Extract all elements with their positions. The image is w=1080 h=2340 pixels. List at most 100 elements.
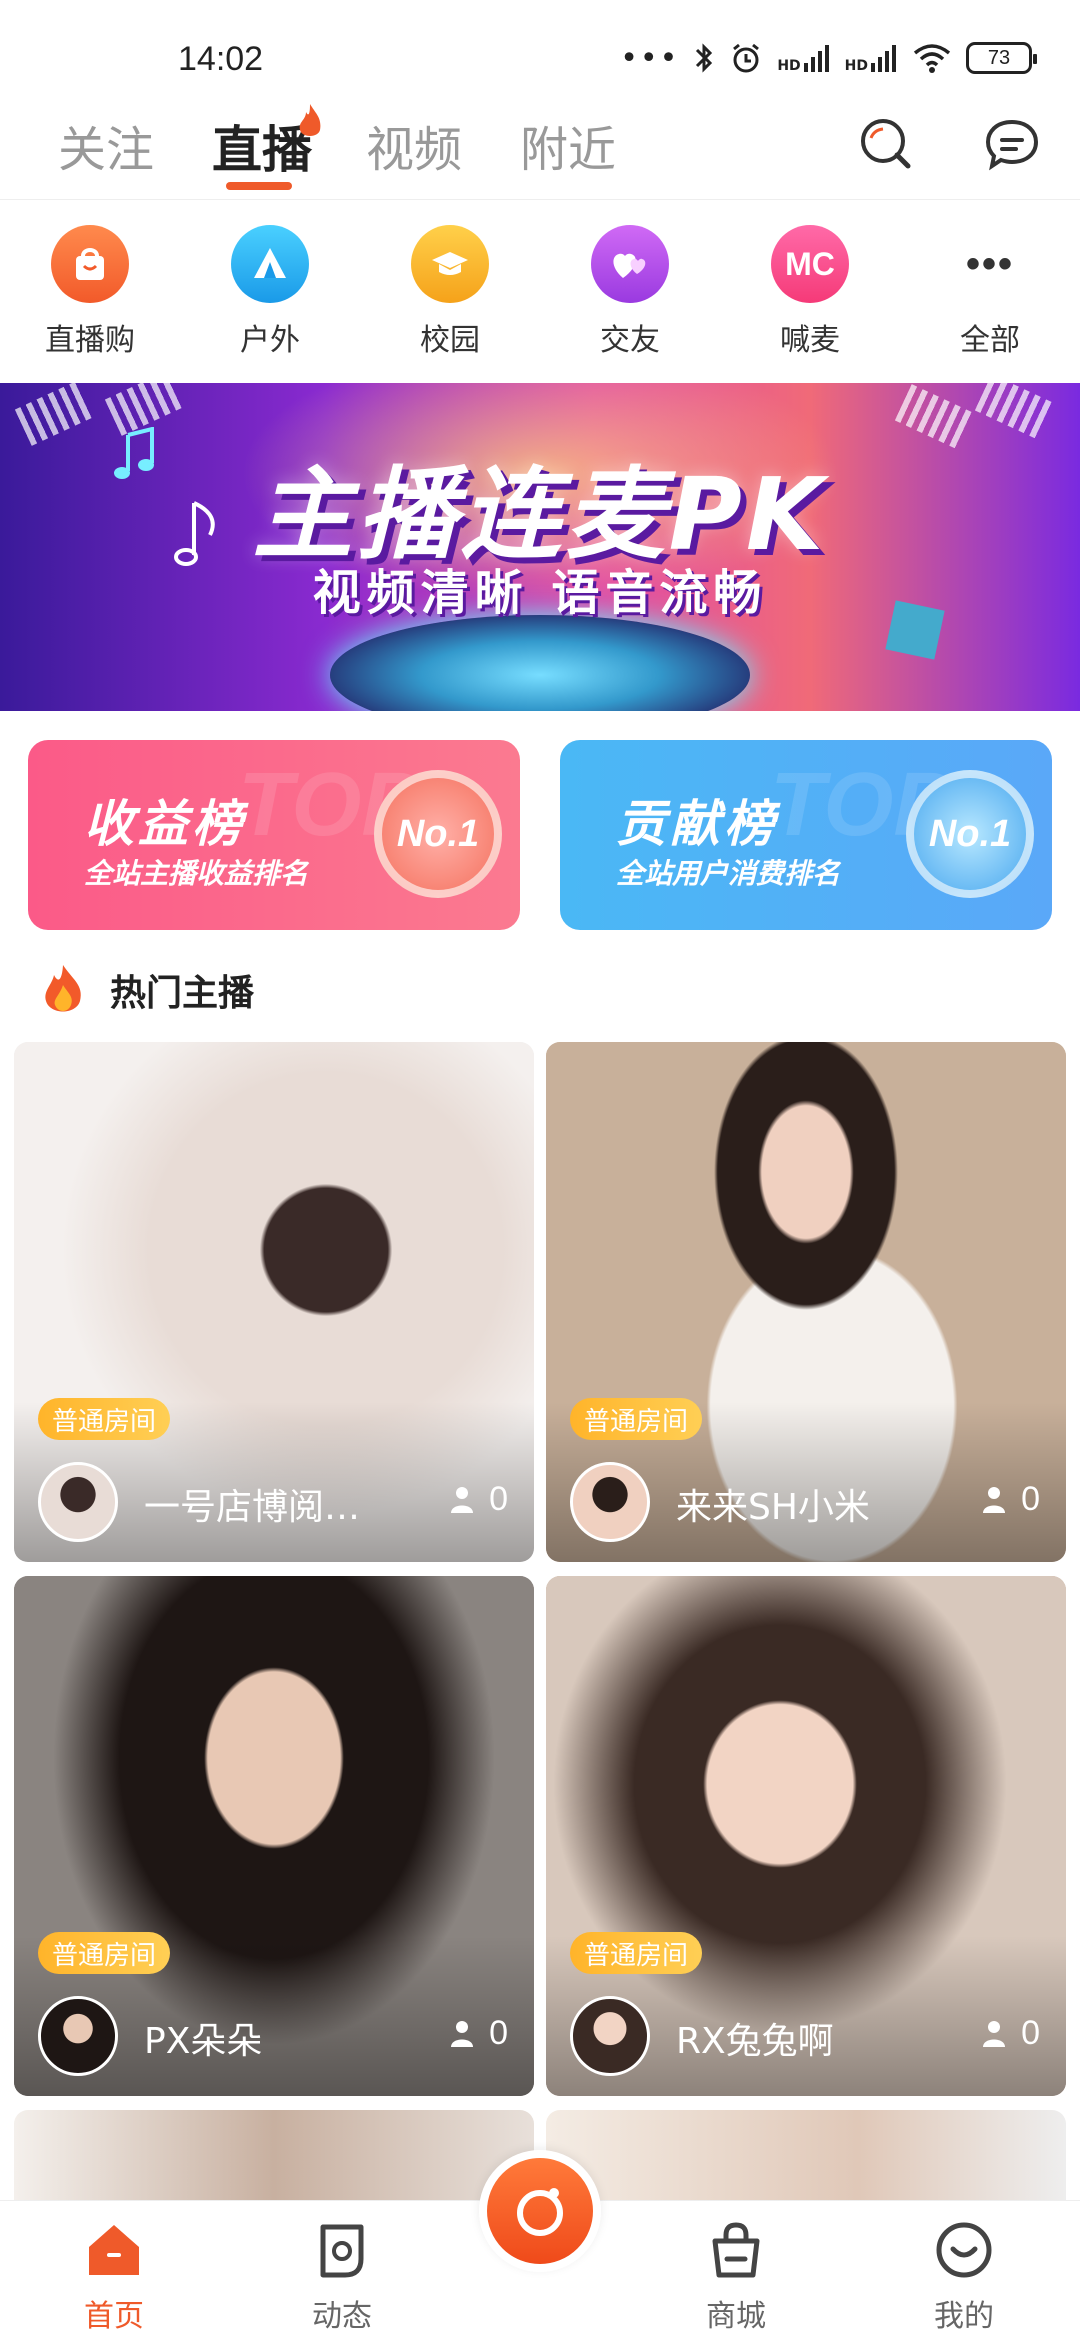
signal-2: HD	[845, 43, 898, 73]
status-bar: 14:02 ••• HD HD 73	[0, 0, 1080, 90]
status-time: 14:02	[178, 40, 264, 78]
medal-badge-icon: No.1	[906, 770, 1034, 898]
user-icon	[451, 2020, 474, 2047]
streamer-name: PX朵朵	[144, 2021, 263, 2062]
search-icon[interactable]	[856, 114, 916, 174]
income-rank-card[interactable]: TOP 收益榜 全站主播收益排名 No.1	[28, 740, 520, 930]
category-row: 直播购 户外 校园 交友 MC 喊麦 ••• 全部	[0, 225, 1080, 365]
nav-label: 动态	[312, 2299, 372, 2334]
signal-1: HD	[777, 43, 830, 73]
avatar	[38, 1996, 118, 2076]
room-type-badge: 普通房间	[570, 1398, 703, 1440]
status-icons: ••• HD HD 73	[620, 38, 1037, 78]
room-type-badge: 普通房间	[38, 1398, 171, 1440]
category-label: 全部	[960, 323, 1020, 358]
avatar	[570, 1996, 650, 2076]
category-all[interactable]: ••• 全部	[920, 225, 1060, 359]
nav-home[interactable]: 首页	[44, 2219, 184, 2335]
rank-title: 收益榜	[84, 795, 246, 853]
contribution-rank-card[interactable]: TOP 贡献榜 全站用户消费排名 No.1	[560, 740, 1052, 930]
viewer-count: 0	[449, 1480, 508, 1519]
flame-icon	[45, 965, 81, 1012]
flame-badge-icon	[299, 104, 321, 136]
user-icon	[983, 2020, 1006, 2047]
room-type-badge: 普通房间	[570, 1932, 703, 1974]
nav-label: 我的	[934, 2299, 994, 2334]
rank-subtitle: 全站用户消费排名	[616, 857, 841, 890]
spotlight-decoration	[974, 383, 1056, 440]
viewer-count-value: 0	[1021, 2014, 1040, 2052]
more-dots-icon: •••	[965, 241, 1014, 286]
section-header: 热门主播	[40, 960, 254, 1020]
shopping-bag-icon	[51, 225, 129, 303]
user-icon	[451, 1486, 474, 1513]
hd-label-2: HD	[844, 58, 868, 74]
message-icon[interactable]	[982, 114, 1042, 174]
tab-follow[interactable]: 关注	[58, 110, 154, 180]
medal-badge-icon: No.1	[374, 770, 502, 898]
avatar	[570, 1462, 650, 1542]
stream-card[interactable]: 普通房间 PX朵朵 0	[14, 1576, 534, 2096]
signal-icon	[803, 45, 829, 72]
section-title: 热门主播	[110, 973, 255, 1014]
category-label: 直播购	[45, 323, 135, 358]
rank-title: 贡献榜	[616, 795, 778, 853]
avatar	[38, 1462, 118, 1542]
rank-subtitle: 全站主播收益排名	[84, 857, 309, 890]
viewer-count: 0	[981, 1480, 1040, 1519]
viewer-count-value: 0	[489, 2014, 508, 2052]
wifi-icon	[913, 44, 951, 73]
mc-icon: MC	[771, 225, 849, 303]
shop-bag-icon	[712, 2222, 760, 2278]
nav-label: 首页	[84, 2299, 144, 2334]
viewer-count: 0	[981, 2014, 1040, 2053]
go-live-button[interactable]	[479, 2150, 601, 2272]
streamer-name: 一号店博阅…	[144, 1487, 361, 1528]
camera-icon	[517, 2188, 563, 2236]
category-friends[interactable]: 交友	[560, 225, 700, 359]
viewer-count-value: 0	[489, 1480, 508, 1518]
tab-video[interactable]: 视频	[366, 110, 462, 180]
nav-profile[interactable]: 我的	[894, 2219, 1034, 2335]
alarm-icon	[733, 43, 760, 73]
nav-label: 商城	[706, 2299, 766, 2334]
battery-indicator: 73	[966, 42, 1037, 74]
stream-card[interactable]: 普通房间 来来SH小米 0	[546, 1042, 1066, 1562]
banner-subtitle: 视频清晰 语音流畅	[312, 565, 768, 621]
viewer-count-value: 0	[1021, 1480, 1040, 1518]
stream-card-partial[interactable]	[14, 2110, 534, 2200]
home-icon	[89, 2225, 139, 2275]
tab-nearby[interactable]: 附近	[520, 110, 616, 180]
promo-banner[interactable]: 主播连麦PK 视频清晰 语音流畅	[0, 383, 1080, 711]
signal-icon	[871, 45, 896, 72]
user-icon	[983, 1486, 1006, 1513]
streamer-name: 来来SH小米	[676, 1487, 870, 1528]
bluetooth-icon	[696, 43, 713, 73]
hearts-icon	[591, 225, 669, 303]
stage-decoration	[330, 615, 750, 711]
viewer-count: 0	[449, 2014, 508, 2053]
category-mc[interactable]: MC 喊麦	[740, 225, 880, 359]
nav-moments[interactable]: 动态	[272, 2219, 412, 2335]
more-dots-status: •••	[620, 40, 680, 76]
category-campus[interactable]: 校园	[380, 225, 520, 359]
category-outdoor[interactable]: 户外	[200, 225, 340, 359]
stream-card-partial[interactable]	[546, 2110, 1066, 2200]
hd-label-1: HD	[777, 58, 801, 74]
room-type-badge: 普通房间	[38, 1932, 171, 1974]
category-label: 喊麦	[780, 323, 840, 358]
category-live-shopping[interactable]: 直播购	[20, 225, 160, 359]
top-navigation: 关注 直播 视频 附近	[0, 90, 1080, 200]
moments-icon	[320, 2224, 364, 2278]
category-label: 户外	[240, 323, 300, 358]
profile-icon	[936, 2222, 992, 2278]
stream-card[interactable]: 普通房间 RX兔兔啊 0	[546, 1576, 1066, 2096]
tent-icon	[231, 225, 309, 303]
streamer-name: RX兔兔啊	[676, 2021, 834, 2062]
category-label: 校园	[420, 323, 480, 358]
category-label: 交友	[600, 323, 660, 358]
graduation-cap-icon	[411, 225, 489, 303]
stream-card[interactable]: 普通房间 一号店博阅… 0	[14, 1042, 534, 1562]
active-tab-indicator	[226, 182, 292, 190]
nav-shop[interactable]: 商城	[666, 2219, 806, 2335]
